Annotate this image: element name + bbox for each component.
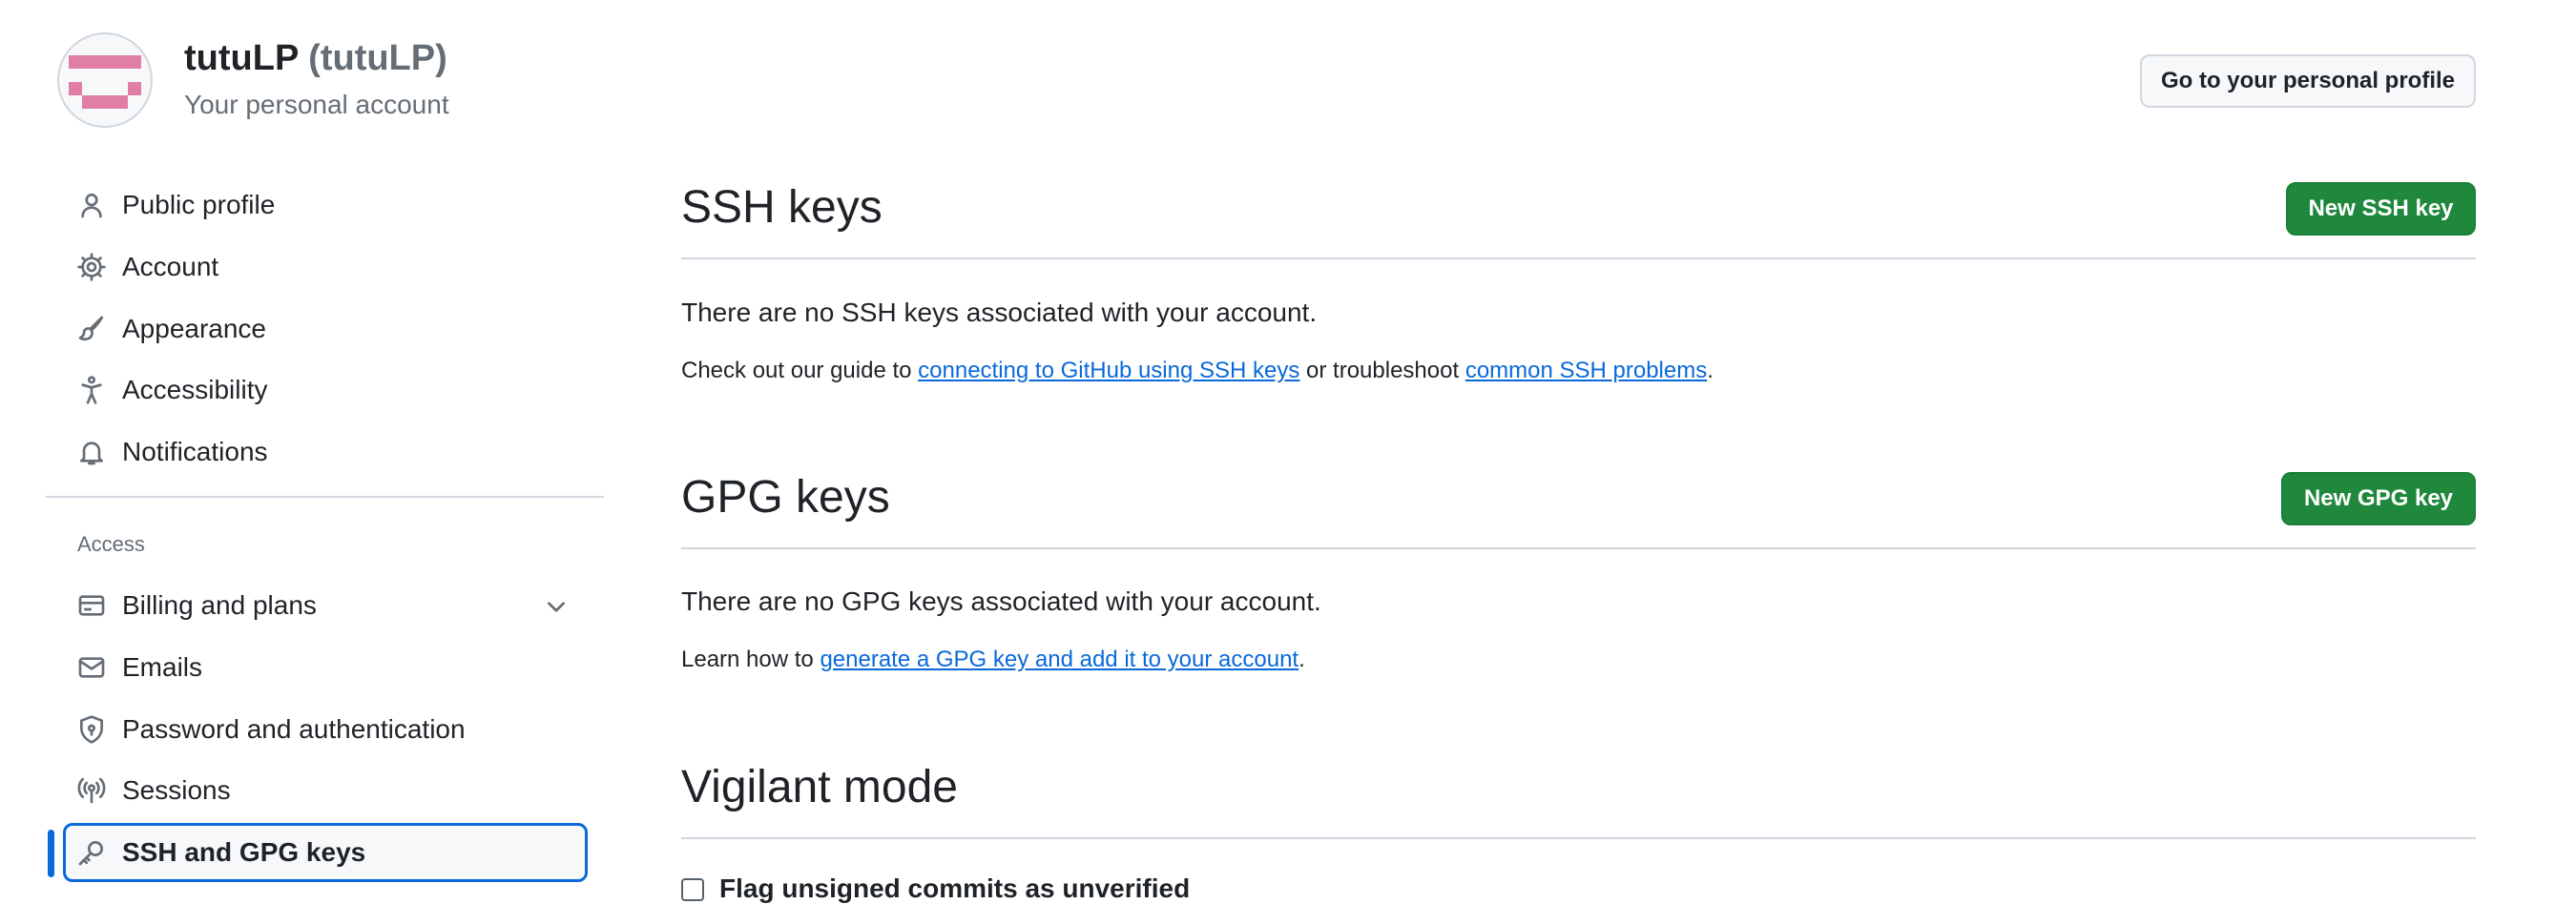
section-divider <box>681 837 2476 839</box>
vigilant-mode-checkbox[interactable] <box>681 878 704 901</box>
accessibility-icon <box>74 373 109 407</box>
sidebar-section-access: Access <box>77 532 145 556</box>
ssh-guide-text: Check out our guide to connecting to Git… <box>681 358 1714 384</box>
paintbrush-icon <box>74 312 109 346</box>
chevron-down-icon[interactable] <box>544 594 569 619</box>
vigilant-mode-title: Vigilant mode <box>681 762 958 812</box>
go-to-profile-button[interactable]: Go to your personal profile <box>2140 54 2476 108</box>
ssh-problems-link[interactable]: common SSH problems <box>1465 358 1707 383</box>
gpg-learn-link[interactable]: generate a GPG key and add it to your ac… <box>820 647 1298 672</box>
key-icon <box>74 835 109 870</box>
ssh-keys-title: SSH keys <box>681 182 883 233</box>
ssh-empty-text: There are no SSH keys associated with yo… <box>681 298 1318 327</box>
sidebar-item-account[interactable]: Account <box>63 240 588 294</box>
sidebar-item-emails[interactable]: Emails <box>63 641 588 694</box>
sidebar-item-password-auth[interactable]: Password and authentication <box>63 703 588 756</box>
sidebar-item-label: Account <box>122 252 219 281</box>
guide-middle: or troubleshoot <box>1299 358 1465 383</box>
account-display-name: tutuLP (tutuLP) <box>184 38 447 79</box>
account-subtitle: Your personal account <box>184 90 449 119</box>
sidebar-divider <box>46 496 604 498</box>
vigilant-mode-label[interactable]: Flag unsigned commits as unverified <box>719 873 1190 904</box>
sidebar-item-billing[interactable]: Billing and plans <box>63 579 588 632</box>
sidebar-item-label: Notifications <box>122 437 268 466</box>
bell-icon <box>74 435 109 469</box>
sidebar-item-label: Appearance <box>122 314 267 343</box>
shield-lock-icon <box>74 712 109 747</box>
learn-prefix: Learn how to <box>681 647 821 672</box>
new-ssh-key-button[interactable]: New SSH key <box>2286 182 2476 236</box>
section-divider <box>681 547 2476 549</box>
display-name: tutuLP <box>184 38 299 78</box>
gpg-keys-title: GPG keys <box>681 472 890 523</box>
person-icon <box>74 188 109 222</box>
sidebar-item-label: SSH and GPG keys <box>122 837 366 867</box>
sidebar-item-label: Sessions <box>122 775 231 805</box>
guide-prefix: Check out our guide to <box>681 358 919 383</box>
sidebar-item-label: Accessibility <box>122 375 268 404</box>
new-gpg-key-button[interactable]: New GPG key <box>2281 472 2476 525</box>
sidebar-item-notifications[interactable]: Notifications <box>63 425 588 479</box>
ssh-guide-link[interactable]: connecting to GitHub using SSH keys <box>918 358 1299 383</box>
sidebar-item-public-profile[interactable]: Public profile <box>63 178 588 232</box>
sidebar-item-ssh-gpg-keys[interactable]: SSH and GPG keys <box>63 826 588 879</box>
learn-suffix: . <box>1298 647 1305 672</box>
sidebar-item-label: Public profile <box>122 190 276 219</box>
active-indicator <box>48 830 54 877</box>
credit-card-icon <box>74 588 109 623</box>
sidebar-item-sessions[interactable]: Sessions <box>63 764 588 817</box>
account-login: (tutuLP) <box>308 38 447 78</box>
guide-suffix: . <box>1707 358 1714 383</box>
avatar <box>57 32 153 128</box>
sidebar-item-label: Billing and plans <box>122 590 317 620</box>
gpg-learn-text: Learn how to generate a GPG key and add … <box>681 647 1305 673</box>
gear-icon <box>74 250 109 284</box>
mail-icon <box>74 650 109 685</box>
sidebar-item-accessibility[interactable]: Accessibility <box>63 363 588 417</box>
section-divider <box>681 257 2476 259</box>
gpg-empty-text: There are no GPG keys associated with yo… <box>681 586 1321 616</box>
sidebar-item-label: Emails <box>122 652 203 682</box>
sidebar-item-label: Password and authentication <box>122 714 466 744</box>
sidebar-item-appearance[interactable]: Appearance <box>63 302 588 356</box>
broadcast-icon <box>74 773 109 808</box>
